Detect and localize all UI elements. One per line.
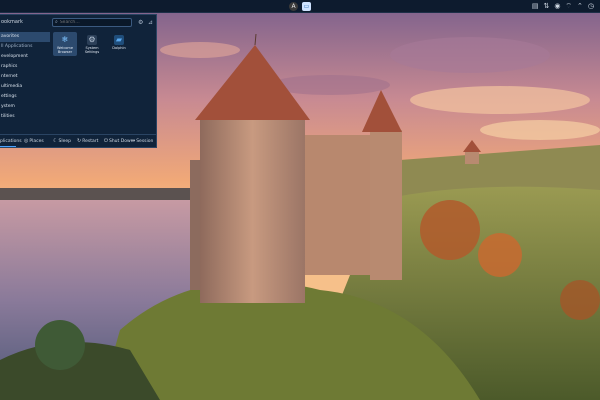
sleep-button[interactable]: ☾ Sleep xyxy=(53,138,71,144)
sleep-icon: ☾ xyxy=(53,138,58,144)
category-favorites[interactable]: avorites xyxy=(0,32,50,42)
application-launcher: ookmark ⌕ ⚙ ⊿ avorites ll Applications e… xyxy=(0,14,157,148)
task-manager: A ▭ xyxy=(289,2,311,11)
file-manager-icon[interactable]: ▭ xyxy=(302,2,311,11)
shut-down-button[interactable]: ⏻ Shut Down xyxy=(104,138,133,144)
sleep-label: Sleep xyxy=(58,138,71,144)
launcher-header-label: ookmark xyxy=(1,19,23,25)
launcher-header: ookmark ⌕ ⚙ ⊿ xyxy=(0,15,157,31)
category-development[interactable]: evelopment xyxy=(0,52,50,62)
category-list: avorites ll Applications evelopment raph… xyxy=(0,32,50,122)
session-label: Session xyxy=(136,138,154,144)
app-label: System Settings xyxy=(84,46,100,54)
app-tile-system-settings[interactable]: ⚙ System Settings xyxy=(80,32,104,56)
category-utilities[interactable]: tilities xyxy=(0,112,50,122)
footer-tab-label: plications xyxy=(0,138,22,144)
user-icon[interactable]: A xyxy=(289,2,298,11)
configure-icon[interactable]: ⚙ xyxy=(138,19,143,26)
system-tray: ▤ ⇅ ◉ ⌔ ⌃ ◷ xyxy=(532,1,594,12)
session-icon: ⇥ xyxy=(131,138,136,144)
active-tab-indicator xyxy=(0,146,16,147)
category-internet[interactable]: nternet xyxy=(0,72,50,82)
settings-icon: ⚙ xyxy=(87,35,97,45)
shutdown-icon: ⏻ xyxy=(104,138,108,144)
footer-tab-places[interactable]: ◎ Places xyxy=(24,138,44,144)
restart-icon: ↻ xyxy=(77,138,82,144)
footer-tab-applications[interactable]: plications xyxy=(0,139,22,144)
category-multimedia[interactable]: ultimedia xyxy=(0,82,50,92)
folder-icon: ▰ xyxy=(114,35,124,45)
app-label: Dolphin xyxy=(112,46,126,50)
app-label: Welcome Browser xyxy=(56,46,73,54)
clipboard-icon[interactable]: ▤ xyxy=(532,1,539,12)
pin-icon[interactable]: ⊿ xyxy=(148,19,153,26)
category-all-applications[interactable]: ll Applications xyxy=(0,42,50,52)
restart-button[interactable]: ↻ Restart xyxy=(77,138,98,144)
category-system[interactable]: ystem xyxy=(0,102,50,112)
session-button[interactable]: ⇥ Session xyxy=(131,138,153,144)
category-graphics[interactable]: raphics xyxy=(0,62,50,72)
category-settings[interactable]: ettings xyxy=(0,92,50,102)
clock-icon[interactable]: ◷ xyxy=(588,1,594,12)
favorites-grid: ❄ Welcome Browser ⚙ System Settings ▰ Do… xyxy=(53,32,131,56)
search-field[interactable]: ⌕ xyxy=(52,18,132,27)
places-icon: ◎ xyxy=(24,138,29,144)
wifi-icon[interactable]: ⌔ xyxy=(565,1,572,12)
app-tile-dolphin[interactable]: ▰ Dolphin xyxy=(107,32,131,56)
snowflake-icon: ❄ xyxy=(61,35,69,44)
network-icon[interactable]: ⇅ xyxy=(543,1,549,12)
footer-tab-label: Places xyxy=(29,138,44,144)
app-tile-welcome-browser[interactable]: ❄ Welcome Browser xyxy=(53,32,77,56)
shut-down-label: Shut Down xyxy=(108,138,134,144)
search-input[interactable] xyxy=(57,19,128,26)
launcher-footer: plications ◎ Places ☾ Sleep ↻ Restart ⏻ … xyxy=(0,134,157,147)
top-panel: A ▭ ▤ ⇅ ◉ ⌔ ⌃ ◷ xyxy=(0,0,600,13)
chevron-up-icon[interactable]: ⌃ xyxy=(577,1,583,12)
restart-label: Restart xyxy=(82,138,99,144)
volume-icon[interactable]: ◉ xyxy=(554,1,560,12)
